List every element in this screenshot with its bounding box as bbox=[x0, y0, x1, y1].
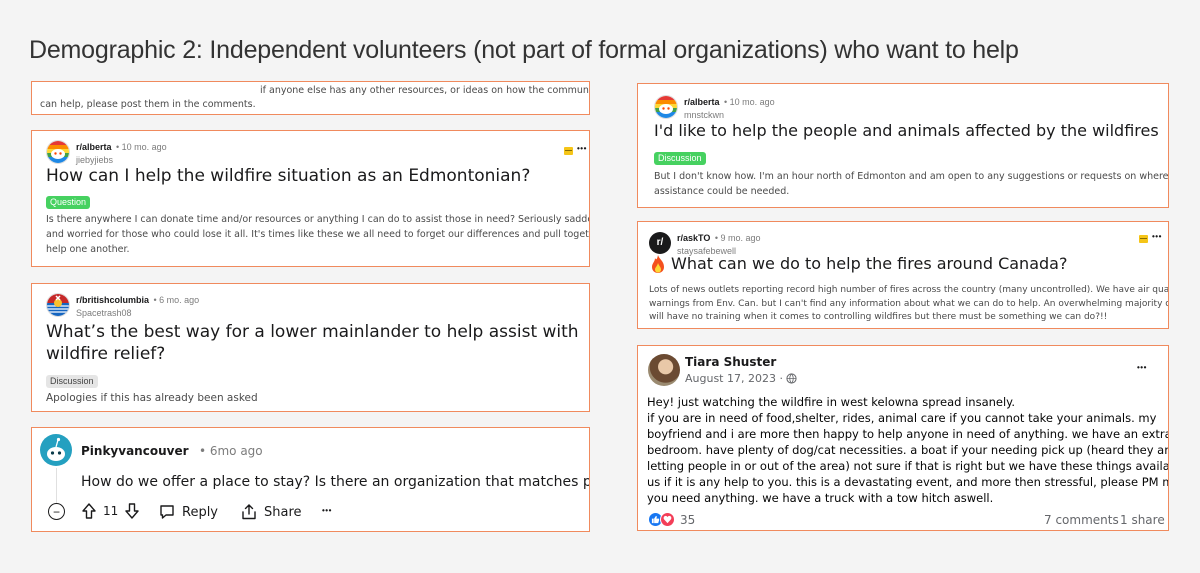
collapse-icon: − bbox=[52, 504, 60, 519]
post-body-line: Lots of news outlets reporting record hi… bbox=[649, 285, 1169, 295]
post-body-line: can help, please post them in the commen… bbox=[40, 99, 256, 110]
subreddit-name[interactable]: r/askTO bbox=[677, 233, 710, 243]
subreddit-avatar-icon[interactable]: r/ bbox=[649, 231, 671, 254]
more-options-icon[interactable]: ••• bbox=[1152, 232, 1162, 241]
love-reaction-icon bbox=[660, 512, 675, 527]
post-body-line: letting people in or out of the area) no… bbox=[647, 459, 1169, 473]
post-body: But I don't know how. I'm an hour north … bbox=[654, 169, 1169, 199]
share-label: Share bbox=[264, 504, 302, 520]
username[interactable]: Spacetrash08 bbox=[76, 308, 199, 319]
more-options-icon[interactable]: ••• bbox=[577, 144, 587, 153]
share-icon bbox=[242, 504, 256, 520]
post-title[interactable]: What’s the best way for a lower mainland… bbox=[46, 321, 579, 365]
collapse-button[interactable]: − bbox=[48, 503, 65, 520]
comments-count[interactable]: 7 comments bbox=[1044, 513, 1119, 527]
poster-name[interactable]: Tiara Shuster bbox=[685, 355, 776, 369]
post-body-line: and worried for those who could lose it … bbox=[46, 229, 590, 240]
bookmark-icon[interactable] bbox=[1139, 235, 1148, 243]
avatar-label: r/ bbox=[656, 237, 664, 248]
user-avatar-icon[interactable] bbox=[40, 434, 72, 466]
post-body: Apologies if this has already been asked bbox=[46, 392, 258, 404]
username[interactable]: jiebyjiebs bbox=[76, 155, 167, 166]
reddit-post-card[interactable]: r/alberta • 10 mo. ago mnstckwn I'd like… bbox=[637, 83, 1169, 208]
post-title[interactable]: How can I help the wildfire situation as… bbox=[46, 166, 530, 186]
username[interactable]: mnstckwn bbox=[684, 110, 775, 121]
vote-count: 11 bbox=[103, 504, 119, 518]
subreddit-name[interactable]: r/alberta bbox=[684, 97, 720, 107]
post-age: • 6 mo. ago bbox=[153, 295, 200, 305]
reply-button[interactable]: Reply bbox=[158, 503, 218, 521]
post-body-line: will have no training when it comes to c… bbox=[649, 312, 1108, 322]
reaction-count: 35 bbox=[680, 512, 696, 527]
page-title: Demographic 2: Independent volunteers (n… bbox=[29, 36, 1019, 64]
post-body-line: Hey! just watching the wildfire in west … bbox=[647, 395, 1015, 409]
post-body: Lots of news outlets reporting record hi… bbox=[649, 284, 1169, 325]
facebook-post-card[interactable]: Tiara Shuster August 17, 2023 · ••• Hey!… bbox=[637, 345, 1169, 531]
share-button[interactable]: Share bbox=[240, 503, 302, 521]
arrow-up-icon[interactable] bbox=[80, 502, 98, 520]
post-age: • 10 mo. ago bbox=[723, 97, 775, 107]
post-body-line: us if it is any help to you. this is a d… bbox=[647, 475, 1169, 489]
post-flair[interactable]: Question bbox=[46, 196, 91, 209]
post-date[interactable]: August 17, 2023 · bbox=[685, 372, 783, 385]
post-title-line: What’s the best way for a lower mainland… bbox=[46, 322, 579, 342]
post-title[interactable]: I'd like to help the people and animals … bbox=[654, 121, 1159, 140]
post-title[interactable]: What can we do to help the fires around … bbox=[671, 254, 1067, 273]
reddit-comment-card[interactable]: Pinkyvancouver • 6mo ago How do we offer… bbox=[31, 427, 590, 532]
post-flair[interactable]: Discussion bbox=[46, 375, 98, 388]
post-body-line: help one another. bbox=[46, 244, 130, 255]
post-body-line: boyfriend and i are more then happy to h… bbox=[647, 427, 1169, 441]
shares-count[interactable]: 1 share bbox=[1120, 513, 1165, 527]
post-title-line: wildfire relief? bbox=[46, 344, 166, 364]
subreddit-name[interactable]: r/britishcolumbia bbox=[76, 295, 149, 305]
post-body: Is there anywhere I can donate time and/… bbox=[46, 212, 590, 257]
post-body-line: you need anything. we have a truck with … bbox=[647, 491, 994, 505]
reddit-post-card[interactable]: r/britishcolumbia • 6 mo. ago Spacetrash… bbox=[31, 283, 590, 412]
profile-avatar[interactable] bbox=[648, 354, 680, 386]
post-body-line: if you are in need of food,shelter, ride… bbox=[647, 411, 1157, 425]
post-body: Hey! just watching the wildfire in west … bbox=[647, 394, 1169, 506]
thread-line[interactable] bbox=[56, 468, 57, 504]
comment-body: How do we offer a place to stay? Is ther… bbox=[81, 474, 590, 490]
reddit-post-card[interactable]: r/alberta • 10 mo. ago jiebyjiebs ••• Ho… bbox=[31, 130, 590, 267]
truncated-post-card: if anyone else has any other resources, … bbox=[31, 81, 590, 115]
globe-icon bbox=[786, 373, 797, 384]
comment-age: • 6mo ago bbox=[198, 444, 263, 458]
subreddit-avatar-icon[interactable] bbox=[46, 292, 70, 317]
post-age: • 9 mo. ago bbox=[714, 233, 761, 243]
comment-icon bbox=[160, 505, 174, 519]
more-options-icon[interactable]: ••• bbox=[322, 506, 332, 515]
reply-label: Reply bbox=[182, 504, 219, 520]
more-options-icon[interactable]: ••• bbox=[1137, 363, 1147, 372]
reddit-post-card[interactable]: r/ r/askTO • 9 mo. ago staysafebewell ••… bbox=[637, 221, 1169, 329]
comment-username[interactable]: Pinkyvancouver bbox=[81, 444, 189, 458]
subreddit-name[interactable]: r/alberta bbox=[76, 142, 112, 152]
post-flair[interactable]: Discussion bbox=[654, 152, 706, 165]
subreddit-avatar-icon[interactable] bbox=[46, 139, 70, 164]
reactions-summary[interactable]: 35 bbox=[648, 512, 695, 527]
post-body-line: if anyone else has any other resources, … bbox=[260, 85, 590, 96]
post-body-line: assistance could be needed. bbox=[654, 186, 790, 197]
arrow-down-icon[interactable] bbox=[123, 502, 141, 520]
subreddit-avatar-icon[interactable] bbox=[654, 94, 678, 119]
post-body-line: Is there anywhere I can donate time and/… bbox=[46, 214, 590, 225]
post-body-line: warnings from Env. Can. but I can't find… bbox=[649, 298, 1169, 309]
post-body-line: But I don't know how. I'm an hour north … bbox=[654, 171, 1169, 182]
post-body-line: bedroom. have plenty of dog/cat necessit… bbox=[647, 443, 1169, 457]
bookmark-icon[interactable] bbox=[564, 147, 573, 155]
post-age: • 10 mo. ago bbox=[115, 142, 167, 152]
fire-icon bbox=[652, 255, 664, 273]
